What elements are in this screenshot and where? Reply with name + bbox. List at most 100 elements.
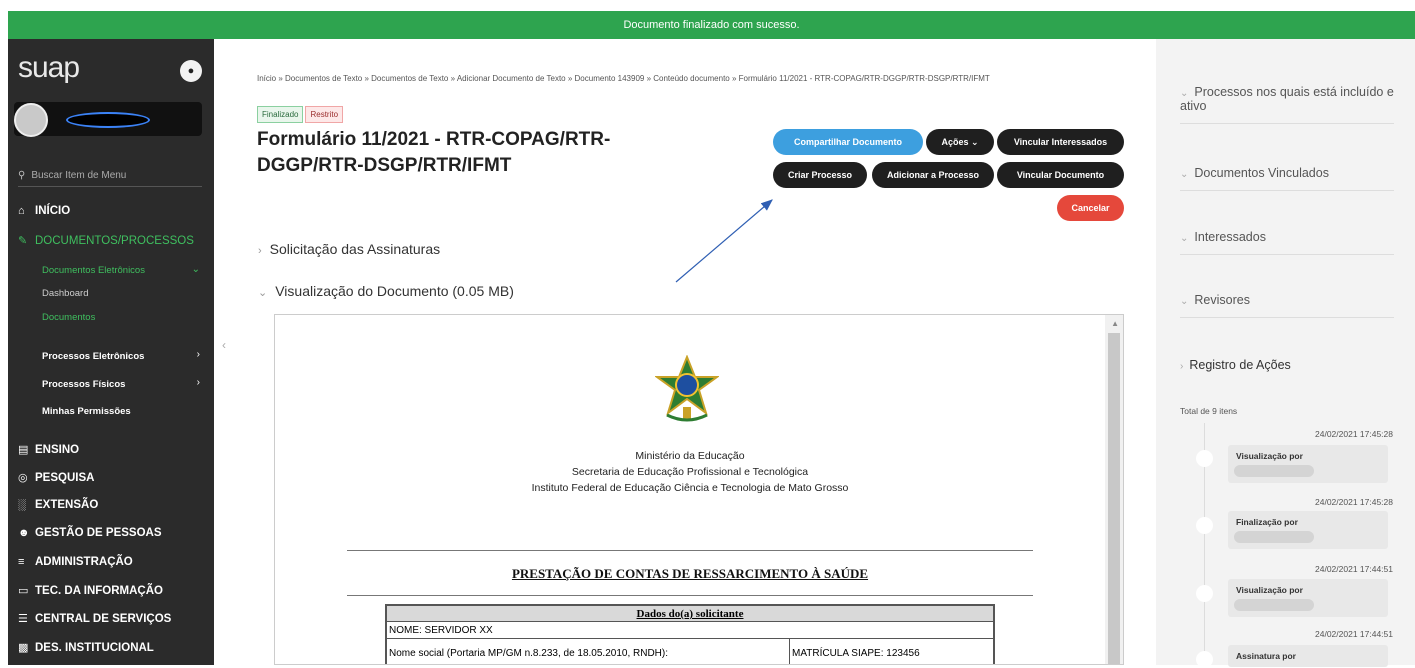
panel-section-label: Registro de Ações bbox=[1189, 358, 1291, 372]
panel-section-label: Revisores bbox=[1194, 293, 1250, 307]
timeline-dot bbox=[1196, 651, 1213, 668]
panel-processes-included[interactable]: ⌄ Processos nos quais está incluído e ati… bbox=[1180, 85, 1394, 124]
success-banner: Documento finalizado com sucesso. bbox=[8, 11, 1415, 39]
success-message: Documento finalizado com sucesso. bbox=[623, 19, 800, 31]
chevron-down-icon: ⌄ bbox=[258, 287, 268, 299]
redacted-user bbox=[1234, 599, 1314, 611]
log-entry: Visualização por bbox=[1228, 445, 1388, 483]
status-badge-finalizado: Finalizado bbox=[257, 106, 304, 123]
nav-des-institucional[interactable]: ▩ DES. INSTITUCIONAL bbox=[18, 641, 154, 654]
username-redacted bbox=[66, 112, 150, 128]
nav-label: GESTÃO DE PESSOAS bbox=[35, 527, 162, 539]
home-icon: ⌂ bbox=[18, 205, 25, 217]
search-placeholder: Buscar Item de Menu bbox=[31, 170, 127, 181]
status-badge-restrito: Restrito bbox=[305, 106, 344, 123]
nav-label: TEC. DA INFORMAÇÃO bbox=[35, 585, 163, 597]
breadcrumb[interactable]: Início » Documentos de Texto » Documento… bbox=[257, 74, 1137, 83]
nav-label: PESQUISA bbox=[35, 472, 95, 484]
nav-administracao[interactable]: ≡ ADMINISTRAÇÃO bbox=[18, 556, 133, 568]
notification-bell-icon[interactable]: ● bbox=[180, 60, 202, 82]
panel-interested[interactable]: ⌄ Interessados bbox=[1180, 230, 1394, 255]
timeline-dot bbox=[1196, 450, 1213, 467]
app-logo[interactable]: suap bbox=[18, 51, 80, 85]
nav-label: INÍCIO bbox=[35, 205, 71, 217]
scrollbar[interactable]: ▲ bbox=[1105, 315, 1123, 664]
chevron-down-icon: ⌄ bbox=[1180, 88, 1189, 99]
nav-label: Dashboard bbox=[42, 288, 89, 299]
nav-documentos[interactable]: Documentos bbox=[42, 312, 95, 323]
share-document-button[interactable]: Compartilhar Documento bbox=[773, 129, 923, 155]
coat-of-arms-icon bbox=[655, 355, 719, 422]
nav-inicio[interactable]: ⌂ INÍCIO bbox=[18, 205, 70, 217]
org-line-secretariat: Secretaria de Educação Profissional e Te… bbox=[571, 466, 809, 478]
create-process-button[interactable]: Criar Processo bbox=[773, 162, 867, 188]
panel-reviewers[interactable]: ⌄ Revisores bbox=[1180, 293, 1394, 318]
building-icon: ░ bbox=[18, 499, 26, 511]
panel-linked-documents[interactable]: ⌄ Documentos Vinculados bbox=[1180, 166, 1394, 191]
actions-label: Ações bbox=[941, 137, 969, 147]
nav-label: CENTRAL DE SERVIÇOS bbox=[35, 613, 172, 625]
log-entry: Finalização por bbox=[1228, 511, 1388, 549]
link-document-button[interactable]: Vincular Documento bbox=[997, 162, 1124, 188]
chart-icon: ▩ bbox=[18, 642, 29, 654]
sidebar: suap ● ⚲ Buscar Item de Menu ⌂ INÍCIO ✎ DOC… bbox=[8, 39, 214, 665]
panel-action-log[interactable]: › Registro de Ações bbox=[1180, 358, 1394, 382]
timeline-dot bbox=[1196, 585, 1213, 602]
list-icon: ≡ bbox=[18, 556, 25, 568]
table-header: Dados do(a) solicitante bbox=[387, 606, 993, 622]
nav-documentos-eletronicos[interactable]: Documentos Eletrônicos bbox=[42, 265, 145, 276]
nav-processos-eletronicos[interactable]: Processos Eletrônicos bbox=[42, 351, 144, 362]
log-entry: Visualização por bbox=[1228, 579, 1388, 617]
org-line-institute: Instituto Federal de Educação Ciência e … bbox=[531, 482, 849, 494]
document-preview-frame[interactable]: Ministério da Educação Secretaria de Edu… bbox=[274, 314, 1124, 665]
nav-pesquisa[interactable]: ◎ PESQUISA bbox=[18, 471, 94, 484]
org-line-ministry: Ministério da Educação bbox=[635, 450, 745, 462]
globe-icon: ◎ bbox=[18, 472, 28, 484]
link-interested-button[interactable]: Vincular Interessados bbox=[997, 129, 1124, 155]
users-icon: ☻ bbox=[18, 527, 30, 539]
nav-dashboard[interactable]: Dashboard bbox=[42, 288, 88, 299]
nav-label: Minhas Permissões bbox=[42, 406, 131, 417]
scroll-up-icon[interactable]: ▲ bbox=[1111, 319, 1119, 328]
log-action: Finalização por bbox=[1236, 517, 1298, 527]
nav-ensino[interactable]: ▤ ENSINO bbox=[18, 443, 79, 456]
nav-label: Processos Físicos bbox=[42, 379, 126, 390]
nav-extensao[interactable]: ░ EXTENSÃO bbox=[18, 499, 98, 511]
right-panel: ⌄ Processos nos quais está incluído e ati… bbox=[1156, 39, 1415, 668]
status-tags: Finalizado Restrito bbox=[257, 104, 345, 123]
section-label: Visualização do Documento (0.05 MB) bbox=[275, 283, 514, 299]
chevron-down-icon: ⌄ bbox=[970, 137, 979, 147]
nav-label: Documentos bbox=[42, 312, 96, 323]
panel-section-label: Documentos Vinculados bbox=[1194, 166, 1329, 180]
panel-section-label: Interessados bbox=[1194, 230, 1266, 244]
nav-label: Documentos Eletrônicos bbox=[42, 265, 145, 276]
nav-tec-informacao[interactable]: ▭ TEC. DA INFORMAÇÃO bbox=[18, 584, 163, 597]
nav-label: DES. INSTITUCIONAL bbox=[35, 642, 154, 654]
log-date: 24/02/2021 17:45:28 bbox=[1315, 429, 1393, 439]
chevron-right-icon: › bbox=[196, 377, 200, 388]
chevron-right-icon: › bbox=[196, 349, 200, 360]
collapse-sidebar-icon[interactable]: ‹ bbox=[222, 338, 226, 352]
nav-documentos-processos[interactable]: ✎ DOCUMENTOS/PROCESSOS bbox=[18, 234, 194, 247]
chalkboard-icon: ▤ bbox=[18, 444, 29, 456]
nav-central-servicos[interactable]: ☰ CENTRAL DE SERVIÇOS bbox=[18, 612, 171, 625]
nav-gestao-pessoas[interactable]: ☻ GESTÃO DE PESSOAS bbox=[18, 527, 162, 539]
laptop-icon: ▭ bbox=[18, 585, 29, 597]
avatar[interactable] bbox=[14, 103, 48, 137]
table-row-social-name: Nome social (Portaria MP/GM n.8.233, de … bbox=[387, 639, 993, 664]
menu-search-input[interactable]: ⚲ Buscar Item de Menu bbox=[18, 165, 202, 187]
nav-minhas-permissoes[interactable]: Minhas Permissões bbox=[42, 406, 131, 417]
nav-processos-fisicos[interactable]: Processos Físicos bbox=[42, 379, 125, 390]
search-icon: ⚲ bbox=[18, 170, 26, 181]
actions-dropdown-button[interactable]: Ações ⌄ bbox=[926, 129, 994, 155]
scrollbar-thumb[interactable] bbox=[1108, 333, 1120, 664]
chevron-down-icon: ⌄ bbox=[1180, 169, 1189, 180]
document-heading: PRESTAÇÃO DE CONTAS DE RESSARCIMENTO À S… bbox=[511, 566, 869, 581]
section-signature-requests[interactable]: › Solicitação das Assinaturas bbox=[258, 241, 440, 257]
log-action: Visualização por bbox=[1236, 451, 1303, 461]
log-entry: Assinatura por bbox=[1228, 645, 1388, 667]
nav-label: Processos Eletrônicos bbox=[42, 351, 145, 362]
cancel-button[interactable]: Cancelar bbox=[1057, 195, 1124, 221]
add-to-process-button[interactable]: Adicionar a Processo bbox=[872, 162, 994, 188]
section-document-preview[interactable]: ⌄ Visualização do Documento (0.05 MB) bbox=[258, 283, 514, 299]
